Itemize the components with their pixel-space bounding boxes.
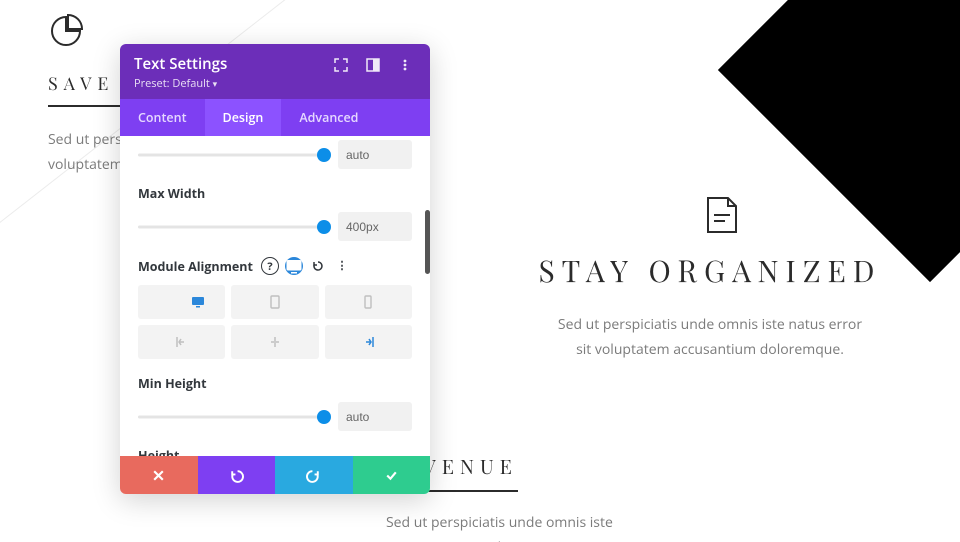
panel-body[interactable]: Max Width Module Alignment ? ⋮ 1 (120, 136, 430, 456)
width-slider[interactable] (138, 146, 324, 164)
text-settings-panel: Text Settings Preset: Default Content De… (120, 44, 430, 494)
panel-title: Text Settings (134, 54, 320, 74)
save-button[interactable] (353, 456, 431, 494)
module-alignment-text: Module Alignment (138, 258, 253, 275)
max-width-label: Max Width (138, 185, 412, 202)
align-center[interactable] (231, 325, 318, 359)
reset-icon[interactable] (309, 257, 327, 275)
stay-organized-body: Sed ut perspiciatis unde omnis iste natu… (550, 312, 870, 362)
min-height-value[interactable] (338, 402, 412, 431)
min-height-slider[interactable] (138, 408, 324, 426)
width-value[interactable] (338, 140, 412, 169)
align-right[interactable] (325, 325, 412, 359)
cancel-button[interactable] (120, 456, 198, 494)
responsive-device-icon[interactable] (285, 257, 303, 275)
device-desktop[interactable] (138, 285, 225, 319)
panel-header[interactable]: Text Settings Preset: Default (120, 44, 430, 99)
panel-tabs: Content Design Advanced (120, 99, 430, 136)
preset-dropdown[interactable]: Preset: Default (134, 76, 320, 91)
tab-content[interactable]: Content (120, 99, 205, 136)
tab-advanced[interactable]: Advanced (281, 99, 376, 136)
max-width-slider[interactable] (138, 218, 324, 236)
device-tablet[interactable] (231, 285, 318, 319)
undo-button[interactable] (198, 456, 276, 494)
redo-button[interactable] (275, 456, 353, 494)
height-label: Height (138, 447, 412, 456)
alignment-toggle (138, 325, 412, 359)
help-icon[interactable]: ? (261, 257, 279, 275)
revenue-body: Sed ut perspiciatis unde omnis iste natu… (386, 510, 646, 542)
module-alignment-label: Module Alignment ? ⋮ (138, 257, 412, 275)
snap-panel-icon[interactable] (362, 54, 384, 76)
align-left[interactable] (138, 325, 225, 359)
panel-footer (120, 456, 430, 494)
more-menu-icon[interactable] (394, 54, 416, 76)
tab-design[interactable]: Design (205, 99, 282, 136)
field-more-icon[interactable]: ⋮ (333, 257, 351, 275)
expand-icon[interactable] (330, 54, 352, 76)
preset-value: Default (172, 76, 209, 91)
responsive-device-toggle (138, 285, 412, 319)
min-height-label: Min Height (138, 375, 412, 392)
scrollbar-thumb[interactable] (425, 210, 430, 274)
device-phone[interactable] (325, 285, 412, 319)
stay-organized-heading: STAY ORGANIZED (480, 250, 940, 290)
preset-label: Preset: (134, 76, 170, 91)
max-width-value[interactable] (338, 212, 412, 241)
